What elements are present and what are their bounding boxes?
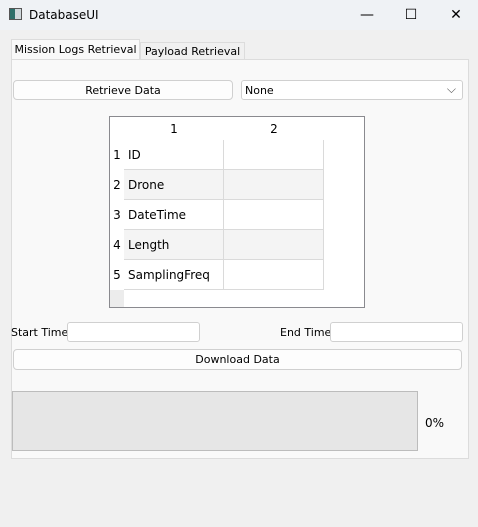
table-cell[interactable] [224,170,324,200]
window-title: DatabaseUI [29,8,99,22]
table-cell[interactable] [224,230,324,260]
table-cell[interactable] [224,200,324,230]
chevron-down-icon: ⌵ [446,82,456,96]
table-cell[interactable]: Length [124,230,224,260]
row-header[interactable]: 2 [110,170,124,200]
start-time-label: Start Time [11,326,69,339]
row-header[interactable]: 5 [110,260,124,290]
dropdown-value: None [245,83,274,97]
progress-bar [12,391,418,451]
table-cell[interactable]: SamplingFreq [124,260,224,290]
start-time-input[interactable] [67,322,200,342]
close-button[interactable]: ✕ [441,4,471,26]
table-cell[interactable]: DateTime [124,200,224,230]
tab-mission-logs[interactable]: Mission Logs Retrieval [11,39,140,59]
tab-payload[interactable]: Payload Retrieval [140,42,245,59]
row-header[interactable]: 4 [110,230,124,260]
minimize-button[interactable]: — [352,4,382,26]
end-time-label: End Time [280,326,332,339]
retrieve-data-button[interactable]: Retrieve Data [13,80,233,100]
row-header[interactable]: 1 [110,140,124,170]
table-cell[interactable] [224,260,324,290]
column-header[interactable]: 1 [124,117,224,140]
row-header[interactable]: 3 [110,200,124,230]
column-header[interactable]: 2 [224,117,324,140]
table-cell[interactable] [224,140,324,170]
table-cell[interactable]: ID [124,140,224,170]
table-select-dropdown[interactable]: None ⌵ [241,80,463,100]
download-data-button[interactable]: Download Data [13,349,462,370]
end-time-input[interactable] [330,322,463,342]
table-cell[interactable]: Drone [124,170,224,200]
maximize-button[interactable]: ☐ [396,4,426,26]
data-table[interactable]: 1 2 1 ID 2 Drone 3 DateTime 4 Length 5 S… [109,116,365,308]
corner-strip [110,290,124,307]
app-icon [9,8,22,20]
progress-text: 0% [425,416,445,430]
